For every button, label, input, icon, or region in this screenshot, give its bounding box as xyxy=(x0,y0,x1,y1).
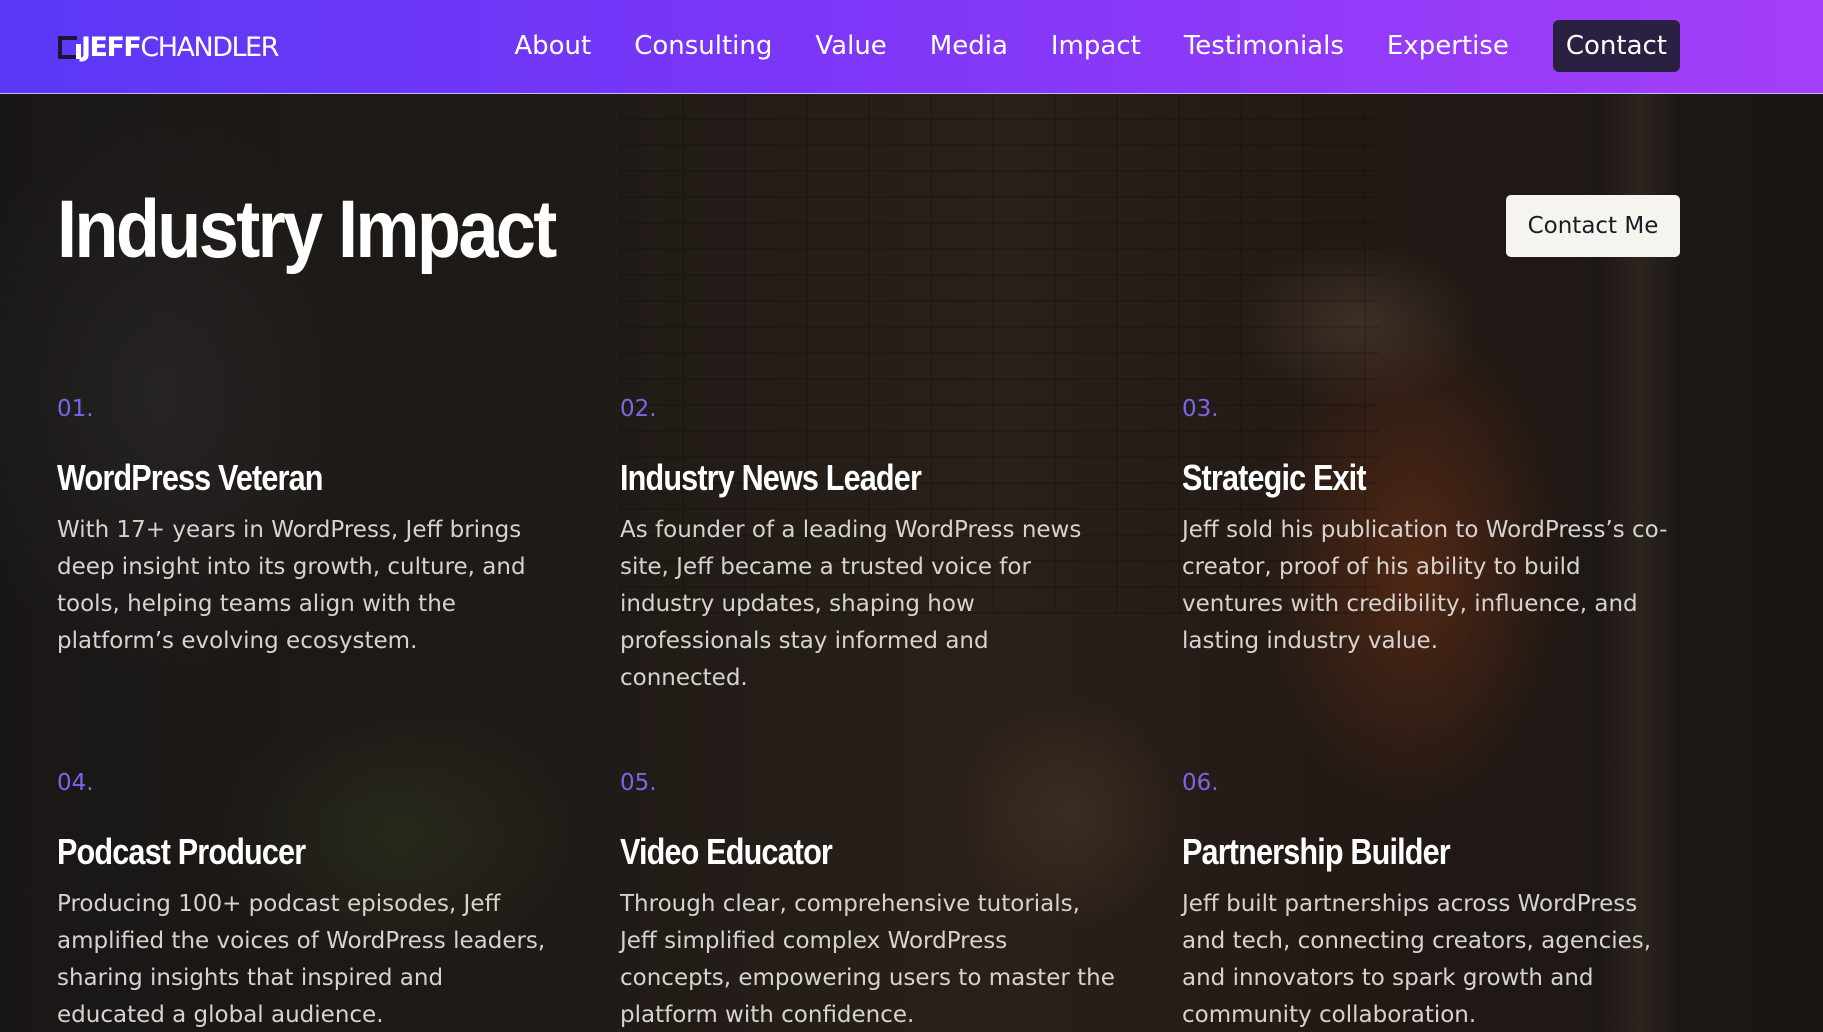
card-number: 06. xyxy=(1182,770,1219,796)
card-title: Partnership Builder xyxy=(1182,831,1451,872)
impact-card: 02. Industry News Leader As founder of a… xyxy=(620,395,1120,697)
card-number: 04. xyxy=(57,770,94,796)
nav-link-value[interactable]: Value xyxy=(815,31,886,61)
card-title: Podcast Producer xyxy=(57,831,306,872)
card-title: Video Educator xyxy=(620,831,833,872)
nav-contact-button[interactable]: Contact xyxy=(1552,20,1680,72)
impact-card: 05. Video Educator Through clear, compre… xyxy=(620,769,1120,1032)
nav-link-about[interactable]: About xyxy=(514,31,591,61)
nav-link-testimonials[interactable]: Testimonials xyxy=(1184,31,1344,61)
nav-links: About Consulting Value Media Impact Test… xyxy=(471,20,1680,72)
page-title: Industry Impact xyxy=(57,184,557,275)
card-title: Strategic Exit xyxy=(1182,457,1367,498)
nav-link-expertise[interactable]: Expertise xyxy=(1387,31,1509,61)
nav-link-impact[interactable]: Impact xyxy=(1051,31,1141,61)
card-description: Through clear, comprehensive tutorials, … xyxy=(620,891,1115,1028)
nav-link-media[interactable]: Media xyxy=(930,31,1008,61)
site-logo[interactable]: JEFF CHANDLER xyxy=(58,30,279,64)
card-number: 01. xyxy=(57,396,94,422)
contact-me-button[interactable]: Contact Me xyxy=(1506,195,1680,257)
top-navigation: JEFF CHANDLER About Consulting Value Med… xyxy=(0,0,1823,94)
page: JEFF CHANDLER About Consulting Value Med… xyxy=(0,0,1823,1032)
impact-card: 04. Podcast Producer Producing 100+ podc… xyxy=(57,769,557,1032)
logo-first-name: JEFF xyxy=(81,31,142,63)
card-description: Jeff built partnerships across WordPress… xyxy=(1182,891,1652,1028)
card-description: With 17+ years in WordPress, Jeff brings… xyxy=(57,517,526,654)
impact-card: 01. WordPress Veteran With 17+ years in … xyxy=(57,395,557,660)
nav-link-consulting[interactable]: Consulting xyxy=(634,31,772,61)
logo-mark-icon xyxy=(58,35,81,59)
impact-card: 03. Strategic Exit Jeff sold his publica… xyxy=(1182,395,1682,660)
card-title: Industry News Leader xyxy=(620,457,922,498)
card-number: 03. xyxy=(1182,396,1219,422)
card-number: 05. xyxy=(620,770,657,796)
impact-card: 06. Partnership Builder Jeff built partn… xyxy=(1182,769,1682,1032)
card-number: 02. xyxy=(620,396,657,422)
card-description: Producing 100+ podcast episodes, Jeff am… xyxy=(57,891,546,1028)
card-title: WordPress Veteran xyxy=(57,457,323,498)
card-description: As founder of a leading WordPress news s… xyxy=(620,517,1082,691)
card-description: Jeff sold his publication to WordPress’s… xyxy=(1182,517,1668,654)
logo-last-name: CHANDLER xyxy=(140,31,279,63)
